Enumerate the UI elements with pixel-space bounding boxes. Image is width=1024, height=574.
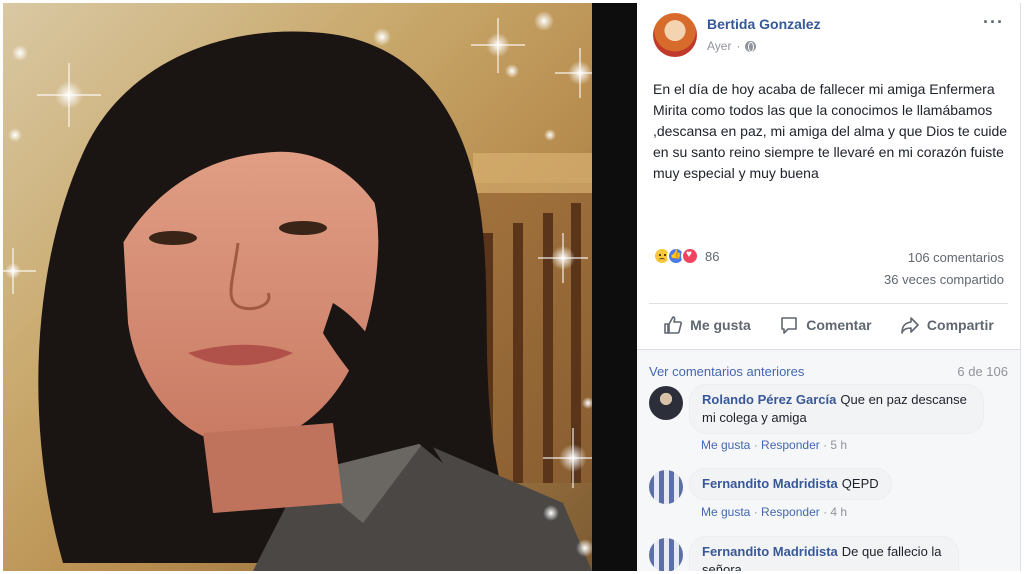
more-options-icon[interactable]: ··· xyxy=(983,13,1004,31)
thumbs-up-icon xyxy=(664,316,683,334)
comment-time[interactable]: 4 h xyxy=(830,505,847,519)
author-name[interactable]: Bertida Gonzalez xyxy=(707,16,821,32)
comments-page-count: 6 de 106 xyxy=(957,364,1008,379)
post-panel: Bertida Gonzalez Ayer · ··· En el día de… xyxy=(637,3,1021,571)
comment-bubble: Fernandito Madridista De que fallecio la … xyxy=(689,536,959,571)
post-time[interactable]: Ayer xyxy=(707,39,731,53)
commenter-avatar[interactable] xyxy=(649,386,683,420)
post-actions: Me gusta Comentar Compartir xyxy=(649,307,1008,343)
share-button[interactable]: Compartir xyxy=(900,315,994,335)
comment-bubble: Fernandito Madridista QEPD xyxy=(689,468,892,500)
comments-count[interactable]: 106 comentarios xyxy=(908,250,1004,265)
comment-item: Fernandito Madridista De que fallecio la … xyxy=(649,536,1008,571)
reaction-count[interactable]: 86 xyxy=(705,249,719,264)
commenter-name[interactable]: Fernandito Madridista xyxy=(702,544,838,559)
commenter-avatar[interactable] xyxy=(649,538,683,571)
comments-section: Ver comentarios anteriores 6 de 106 Rola… xyxy=(637,350,1020,571)
divider xyxy=(649,303,1008,304)
view-previous-comments-link[interactable]: Ver comentarios anteriores xyxy=(649,364,804,379)
globe-icon xyxy=(745,40,757,52)
comment-label: Comentar xyxy=(806,317,872,333)
post-photo[interactable] xyxy=(3,3,592,571)
comment-like-link[interactable]: Me gusta xyxy=(701,505,750,519)
shares-count[interactable]: 36 veces compartido xyxy=(884,272,1004,287)
commenter-avatar[interactable] xyxy=(649,470,683,504)
comment-item: Fernandito Madridista QEPD Me gusta · Res… xyxy=(649,468,1008,528)
comment-item: Rolando Pérez García Que en paz descanse … xyxy=(649,384,1008,454)
comment-reply-link[interactable]: Responder xyxy=(761,505,820,519)
photo-divider xyxy=(592,3,637,571)
author-avatar[interactable] xyxy=(653,13,697,57)
portrait-image xyxy=(3,11,592,571)
comment-bubble: Rolando Pérez García Que en paz descanse … xyxy=(689,384,984,434)
comment-meta: Me gusta · Responder · 4 h xyxy=(701,505,848,519)
post-body: En el día de hoy acaba de fallecer mi am… xyxy=(653,81,1008,181)
comment-reply-link[interactable]: Responder xyxy=(761,438,820,452)
commenter-name[interactable]: Rolando Pérez García xyxy=(702,392,836,407)
commenter-name[interactable]: Fernandito Madridista xyxy=(702,476,838,491)
love-reaction-icon xyxy=(681,247,699,265)
comment-button[interactable]: Comentar xyxy=(779,315,872,335)
comment-time[interactable]: 5 h xyxy=(830,438,847,452)
like-label: Me gusta xyxy=(690,317,751,333)
share-icon xyxy=(901,317,919,334)
reactions-summary[interactable]: 86 xyxy=(653,247,719,265)
share-label: Compartir xyxy=(926,317,994,333)
comment-icon xyxy=(781,317,798,334)
comment-text: QEPD xyxy=(841,476,879,491)
post-timestamp[interactable]: Ayer · xyxy=(707,39,757,53)
comment-like-link[interactable]: Me gusta xyxy=(701,438,750,452)
comment-meta: Me gusta · Responder · 5 h xyxy=(701,438,848,452)
like-button[interactable]: Me gusta xyxy=(663,315,751,335)
